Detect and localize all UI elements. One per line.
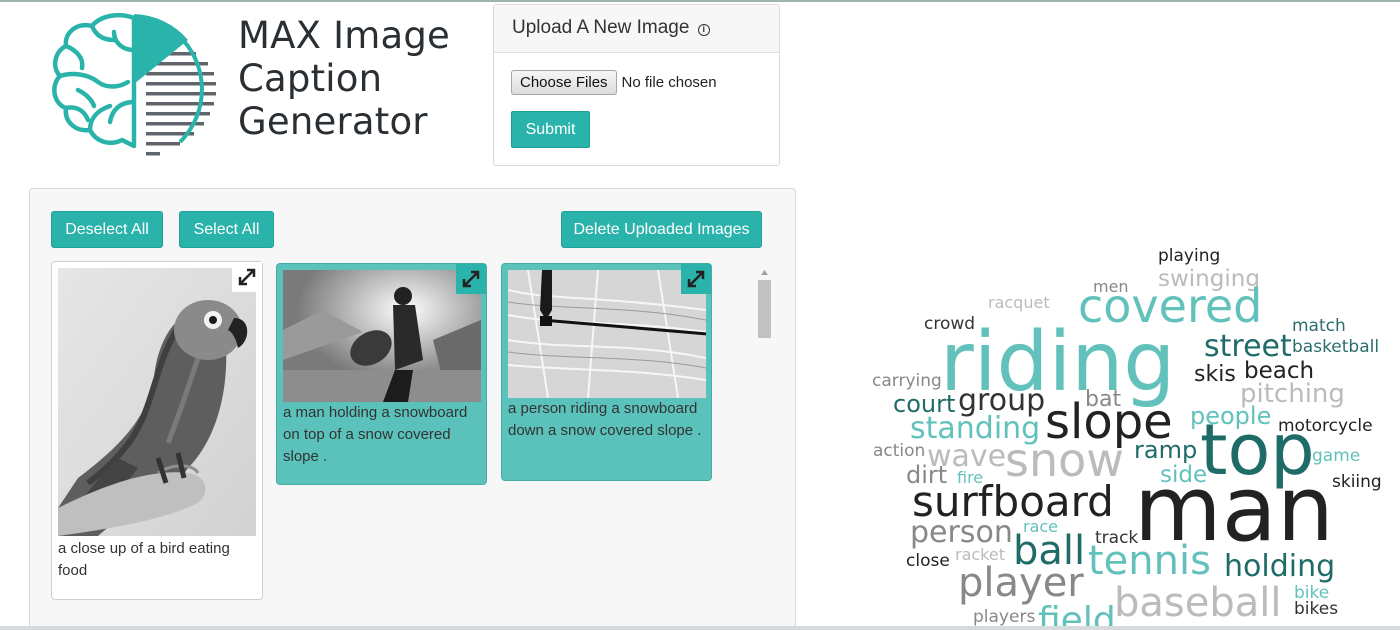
app-title-line: MAX Image	[238, 14, 451, 57]
file-status: No file chosen	[621, 74, 717, 91]
select-all-button[interactable]: Select All	[179, 211, 274, 248]
word-cloud-word-tennis: tennis	[1088, 538, 1211, 584]
image-gallery-panel: Deselect All Select All Delete Uploaded …	[29, 188, 796, 630]
expand-icon[interactable]	[456, 264, 486, 294]
parrot-image	[58, 268, 256, 536]
word-cloud-word-field: field	[1038, 600, 1116, 626]
word-cloud-word-carrying: carrying	[872, 371, 942, 391]
deselect-all-button[interactable]: Deselect All	[51, 211, 163, 248]
upload-card: Upload A New Image i Choose Files No fil…	[493, 4, 780, 166]
snowboarder-image	[283, 270, 481, 402]
word-cloud-word-basketball: basketball	[1292, 337, 1379, 357]
word-cloud-word-playing: playing	[1158, 246, 1220, 266]
word-cloud-word-skiing: skiing	[1332, 472, 1382, 492]
delete-uploaded-images-button[interactable]: Delete Uploaded Images	[561, 211, 762, 248]
word-cloud-word-match: match	[1292, 316, 1346, 336]
word-cloud: playing men swinging racquet covered crowd rid…	[860, 240, 1400, 630]
image-card[interactable]: a close up of a bird eating food	[51, 261, 263, 600]
upload-header-label: Upload A New Image	[512, 17, 690, 38]
submit-button[interactable]: Submit	[511, 111, 590, 148]
word-cloud-word-bikes: bikes	[1294, 599, 1338, 619]
gallery-scrollbar[interactable]	[757, 267, 772, 597]
file-input[interactable]: Choose Files No file chosen	[511, 70, 717, 95]
image-caption: a person riding a snowboard down a snow …	[508, 400, 702, 439]
app-logo	[48, 10, 220, 160]
bottom-border	[0, 626, 1400, 630]
app-title: MAX Image Caption Generator	[238, 14, 450, 143]
image-caption: a man holding a snowboard on top of a sn…	[283, 404, 468, 465]
word-cloud-word-holding: holding	[1224, 549, 1335, 584]
app-title-line: Generator	[238, 100, 428, 143]
word-cloud-word-skis: skis	[1194, 362, 1236, 387]
image-caption: a close up of a bird eating food	[58, 540, 230, 579]
choose-files-button[interactable]: Choose Files	[511, 70, 617, 95]
app-title-line: Caption	[238, 57, 383, 100]
word-cloud-word-action: action	[873, 441, 925, 461]
expand-icon[interactable]	[232, 262, 262, 292]
top-border	[0, 0, 1400, 2]
expand-icon[interactable]	[681, 264, 711, 294]
word-cloud-word-players: players	[973, 607, 1035, 626]
info-icon[interactable]: i	[697, 24, 710, 36]
word-cloud-word-close: close	[906, 551, 950, 571]
image-card[interactable]: a man holding a snowboard on top of a sn…	[276, 263, 487, 485]
skier-image	[508, 270, 706, 398]
image-card[interactable]: a person riding a snowboard down a snow …	[501, 263, 712, 481]
word-cloud-word-baseball: baseball	[1114, 580, 1281, 626]
upload-header: Upload A New Image i	[494, 5, 779, 53]
word-cloud-word-racquet: racquet	[988, 293, 1050, 312]
